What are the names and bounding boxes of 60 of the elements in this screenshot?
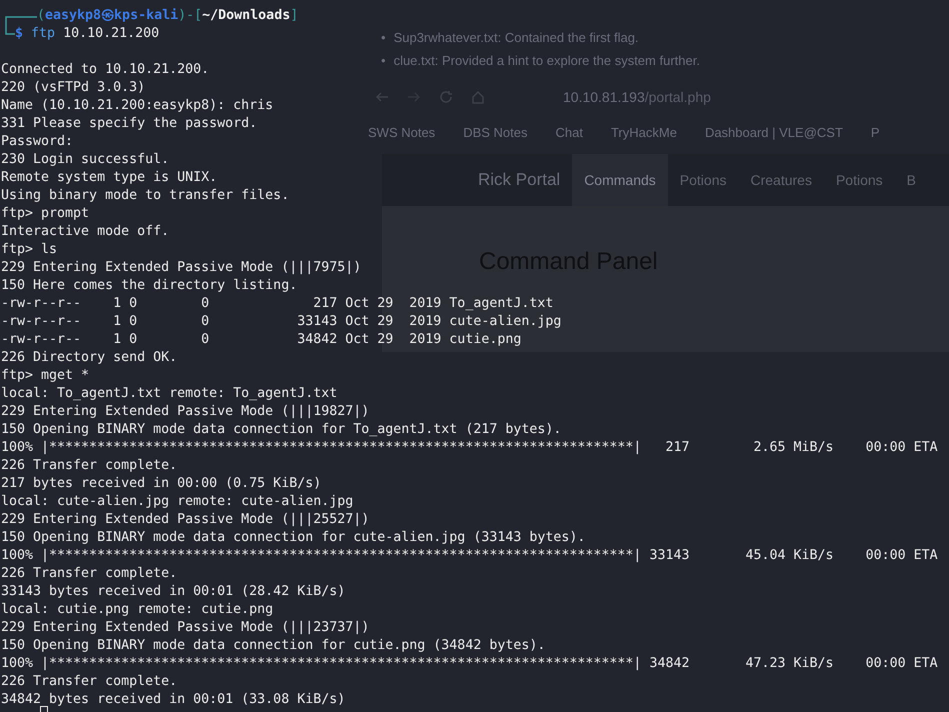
terminal-output-line: 230 Login successful. bbox=[1, 151, 170, 169]
terminal-output-line: Connected to 10.10.21.200. bbox=[1, 61, 210, 79]
prompt-header: (easykp8㉿kps-kali)-[~/Downloads] bbox=[37, 7, 298, 25]
terminal-output-line: -rw-r--r-- 1 0 0 33143 Oct 29 2019 cute-alien.jpg bbox=[1, 313, 562, 331]
terminal-output-line: Interactive mode off. bbox=[1, 223, 170, 241]
terminal-output-line: 220 (vsFTPd 3.0.3) bbox=[1, 79, 146, 97]
terminal-output-line: 226 Directory send OK. bbox=[1, 349, 178, 367]
terminal-output-line: Password: bbox=[1, 133, 74, 151]
bookmark-link[interactable]: SWS Notes bbox=[368, 124, 436, 140]
bullet-marker: • bbox=[381, 29, 386, 47]
background-bullet-text: clue.txt: Provided a hint to explore the system further. bbox=[394, 52, 700, 70]
terminal-output-line: 33143 bytes received in 00:01 (28.42 KiB/s) bbox=[1, 583, 346, 601]
terminal-output-line: 331 Please specify the password. bbox=[1, 115, 258, 133]
terminal-output-line: 229 Entering Extended Passive Mode (|||23737|) bbox=[1, 619, 370, 637]
nav-tab[interactable]: Creatures bbox=[738, 154, 824, 206]
terminal-output-line: 100% |*************************************************************************| 34842 47.23 KiB/s 00:00 ETA bbox=[1, 655, 938, 673]
terminal-output-line: 100% |*************************************************************************| 33143 45.04 KiB/s 00:00 ETA bbox=[1, 547, 938, 565]
terminal-output-line: Remote system type is UNIX. bbox=[1, 169, 218, 187]
bookmark-link[interactable]: P bbox=[870, 124, 880, 140]
nav-tab[interactable]: Potions bbox=[824, 154, 895, 206]
bookmark-link[interactable]: TryHackMe bbox=[610, 124, 677, 140]
terminal-output-line: ftp> prompt bbox=[1, 205, 90, 223]
address-bar-url[interactable]: 10.10.81.193/portal.php bbox=[563, 89, 711, 105]
background-bullet-text: Sup3rwhatever.txt: Contained the first flag. bbox=[394, 29, 639, 47]
terminal-output-line: 217 bytes received in 00:00 (0.75 KiB/s) bbox=[1, 475, 322, 493]
terminal-output-line: Name (10.10.21.200:easykp8): chris bbox=[1, 97, 274, 115]
terminal-output-line: local: cute-alien.jpg remote: cute-alien.jpg bbox=[1, 493, 354, 511]
terminal-output-line: 229 Entering Extended Passive Mode (|||25527|) bbox=[1, 511, 370, 529]
terminal-output-line: 150 Opening BINARY mode data connection for cutie.png (34842 bytes). bbox=[1, 637, 546, 655]
command-args: 10.10.21.200 bbox=[63, 25, 160, 43]
command-name: ftp bbox=[31, 25, 56, 43]
reload-icon[interactable] bbox=[439, 90, 453, 104]
terminal-output-line: 100% |*************************************************************************| 217 2.65 MiB/s 00:00 ETA bbox=[1, 439, 938, 457]
terminal-output-line: 150 Here comes the directory listing. bbox=[1, 277, 298, 295]
terminal-output-line: ftp> mget * bbox=[1, 367, 90, 385]
nav-tab[interactable]: Commands bbox=[572, 154, 668, 206]
prompt-symbol: $ bbox=[15, 25, 24, 43]
bookmark-link[interactable]: DBS Notes bbox=[463, 124, 528, 140]
terminal-output-line: 150 Opening BINARY mode data connection for To_agentJ.txt (217 bytes). bbox=[1, 421, 562, 439]
back-arrow-icon[interactable] bbox=[375, 90, 389, 104]
terminal-output-line: -rw-r--r-- 1 0 0 217 Oct 29 2019 To_agentJ.txt bbox=[1, 295, 554, 313]
terminal-output-line: 229 Entering Extended Passive Mode (|||7975|) bbox=[1, 259, 362, 277]
terminal-output-line: 34842 bytes received in 00:01 (33.08 KiB/s) bbox=[1, 691, 346, 709]
home-icon[interactable] bbox=[471, 90, 485, 104]
bookmark-link[interactable]: Dashboard | VLE@CST bbox=[704, 124, 843, 140]
terminal-output-line: 226 Transfer complete. bbox=[1, 457, 178, 475]
terminal-output-line: Using binary mode to transfer files. bbox=[1, 187, 290, 205]
site-title: Rick Portal bbox=[478, 170, 560, 190]
terminal-output-line: 226 Transfer complete. bbox=[1, 673, 178, 691]
terminal-output-line: 150 Opening BINARY mode data connection for cute-alien.jpg (33143 bytes). bbox=[1, 529, 586, 547]
nav-tab[interactable]: Potions bbox=[668, 154, 738, 206]
terminal-output-line: ftp> ls bbox=[1, 241, 58, 259]
terminal-output-line: -rw-r--r-- 1 0 0 34842 Oct 29 2019 cutie.png bbox=[1, 331, 522, 349]
terminal-output-line: 226 Transfer complete. bbox=[1, 565, 178, 583]
terminal-output-line: 229 Entering Extended Passive Mode (|||19827|) bbox=[1, 403, 370, 421]
terminal-output-line: local: cutie.png remote: cutie.png bbox=[1, 601, 274, 619]
bullet-marker: • bbox=[381, 52, 386, 70]
terminal-output-line: local: To_agentJ.txt remote: To_agentJ.txt bbox=[1, 385, 338, 403]
bookmark-link[interactable]: Chat bbox=[556, 124, 583, 140]
nav-tab[interactable]: B bbox=[894, 154, 928, 206]
